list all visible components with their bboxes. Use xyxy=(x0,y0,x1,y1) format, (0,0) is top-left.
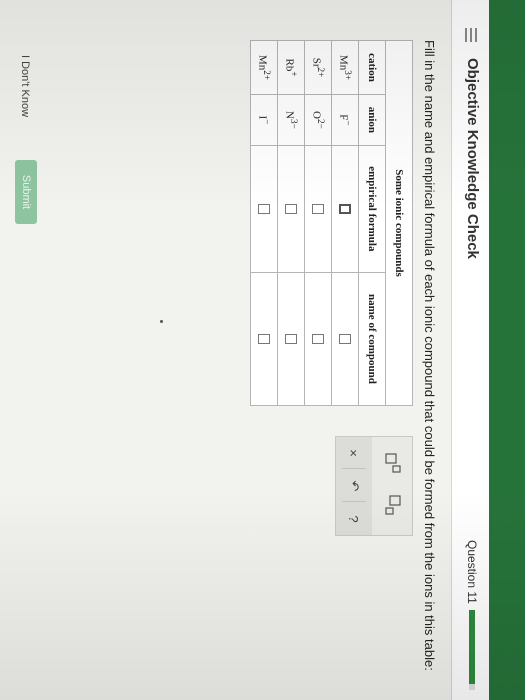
column-header-cation: cation xyxy=(358,40,386,95)
answer-box-icon[interactable] xyxy=(257,333,270,344)
answer-box-icon[interactable] xyxy=(284,333,297,344)
column-header-anion: anion xyxy=(358,94,386,146)
compound-name-input[interactable] xyxy=(304,272,332,406)
superscript-icon xyxy=(385,453,401,473)
anion-cell: O2− xyxy=(304,94,332,146)
answer-box-icon[interactable] xyxy=(311,333,324,344)
help-icon: ? xyxy=(346,515,362,523)
page-title: Objective Knowledge Check xyxy=(464,58,481,259)
compound-name-input[interactable] xyxy=(331,272,359,406)
instruction-text: Fill in the name and empirical formula o… xyxy=(422,40,437,671)
undo-button[interactable]: ↶ xyxy=(336,470,372,502)
clear-button[interactable]: × xyxy=(336,437,372,469)
column-header-empirical-formula: empirical formula xyxy=(358,145,386,273)
ionic-compounds-table: Some ionic compounds cation anion empiri… xyxy=(250,40,413,406)
answer-box-icon[interactable] xyxy=(284,203,297,214)
question-number: Question 11 xyxy=(465,540,479,604)
answer-box-icon[interactable] xyxy=(257,203,270,214)
table-row: Sr2+ O2− xyxy=(304,40,332,406)
menu-icon[interactable] xyxy=(465,28,477,42)
anion-cell: N3− xyxy=(277,94,305,146)
compound-name-input[interactable] xyxy=(277,272,305,406)
table-header-row: cation anion empirical formula name of c… xyxy=(358,40,386,406)
compound-name-input[interactable] xyxy=(250,272,278,406)
superscript-button[interactable] xyxy=(380,445,406,483)
subscript-button[interactable] xyxy=(380,487,406,525)
top-bar xyxy=(489,0,525,700)
clear-icon: × xyxy=(346,449,362,457)
answer-keypad: × ↶ ? xyxy=(335,436,413,536)
screen: Objective Knowledge Check Question 11 Fi… xyxy=(0,0,525,700)
cation-cell: Mn3+ xyxy=(331,40,359,95)
header: Objective Knowledge Check Question 11 xyxy=(451,0,489,700)
cation-cell: Sr2+ xyxy=(304,40,332,95)
cursor-dot xyxy=(160,320,163,323)
subscript-icon xyxy=(385,495,401,515)
column-header-name: name of compound xyxy=(358,272,386,406)
undo-icon: ↶ xyxy=(347,480,362,492)
dont-know-link[interactable]: I Don't Know xyxy=(19,55,31,117)
help-button[interactable]: ? xyxy=(336,503,372,535)
empirical-formula-input[interactable] xyxy=(277,145,305,273)
submit-button[interactable]: Submit xyxy=(15,160,37,224)
anion-cell: F− xyxy=(331,94,359,146)
answer-box-icon[interactable] xyxy=(338,333,351,344)
progress-bar xyxy=(469,610,475,690)
cation-cell: Rb+ xyxy=(277,40,305,95)
empirical-formula-input[interactable] xyxy=(331,145,359,273)
table-row: Rb+ N3− xyxy=(277,40,305,406)
empirical-formula-input[interactable] xyxy=(304,145,332,273)
empirical-formula-input[interactable] xyxy=(250,145,278,273)
progress-fill xyxy=(469,610,475,685)
table-caption: Some ionic compounds xyxy=(386,40,413,406)
cation-cell: Mn2+ xyxy=(250,40,278,95)
anion-cell: I− xyxy=(250,94,278,146)
table-row: Mn2+ I− xyxy=(250,40,278,406)
answer-box-icon[interactable] xyxy=(311,203,324,214)
answer-box-icon[interactable] xyxy=(338,203,351,214)
table-row: Mn3+ F− xyxy=(331,40,359,406)
